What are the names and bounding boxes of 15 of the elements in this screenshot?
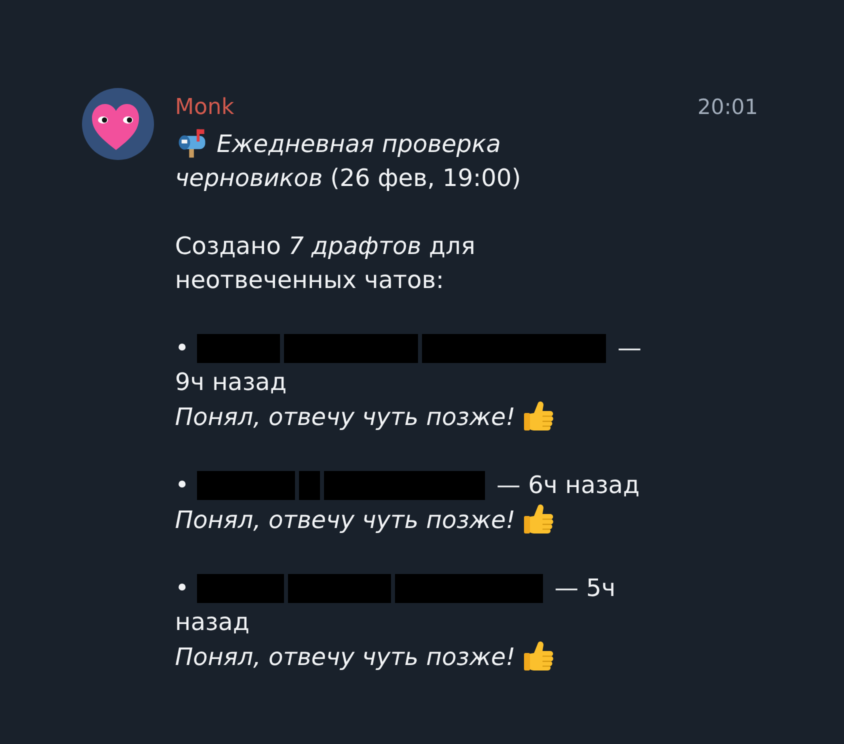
thumbs-up-icon — [522, 399, 555, 431]
heart-avatar-icon — [82, 88, 154, 160]
thumbs-up-icon — [522, 502, 555, 534]
draft-reply: Понял, отвечу чуть позже! — [175, 403, 516, 431]
draft-reply: Понял, отвечу чуть позже! — [175, 506, 516, 534]
message-title: Ежедневная проверка черновиков (26 фев, 19:00) — [175, 127, 643, 195]
draft-line: • — 6ч назад — [175, 470, 641, 502]
draft-reply: Понял, отвечу чуть позже! — [175, 643, 516, 671]
draft-line: • — 9ч назад — [175, 333, 642, 398]
draft-line: • — 5ч назад — [175, 573, 617, 638]
sender-name: Monk — [175, 94, 234, 122]
message-time: 20:01 — [697, 94, 758, 121]
redaction-block — [298, 471, 320, 500]
summary-text: Создано 7 драфтов для неотвеченных чатов: — [175, 231, 476, 296]
thumbs-up-icon — [522, 639, 555, 671]
